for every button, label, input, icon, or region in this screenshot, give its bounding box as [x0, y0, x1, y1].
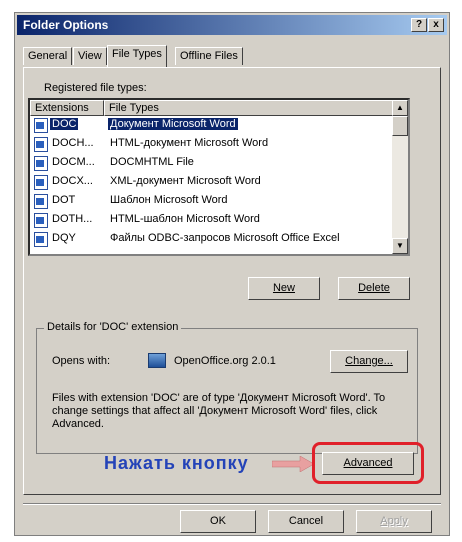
list-item[interactable]: DQY Файлы ODBC-запросов Microsoft Office… [30, 230, 392, 249]
extension-cell: DOT [52, 194, 76, 206]
word-document-icon [34, 194, 48, 209]
file-type-cell: Шаблон Microsoft Word [110, 194, 228, 206]
cancel-button[interactable]: Cancel [268, 510, 344, 533]
word-document-icon [34, 175, 48, 190]
tab-file-types[interactable]: File Types [107, 45, 167, 67]
opens-with-app: OpenOffice.org 2.0.1 [174, 355, 276, 367]
new-button[interactable]: New [248, 277, 320, 300]
registered-file-types-label: Registered file types: [44, 82, 147, 94]
word-document-icon [34, 118, 48, 133]
scroll-thumb[interactable] [392, 116, 408, 136]
list-item[interactable]: DOT Шаблон Microsoft Word [30, 192, 392, 211]
list-item[interactable]: DOCM... DOCMHTML File [30, 154, 392, 173]
excel-query-icon [34, 232, 48, 247]
file-type-cell: Файлы ODBC-запросов Microsoft Office Exc… [110, 232, 340, 244]
opens-with-label: Opens with: [52, 355, 111, 367]
new-button-label: New [272, 282, 295, 294]
list-item[interactable]: DOCH... HTML-документ Microsoft Word [30, 135, 392, 154]
help-button[interactable]: ? [411, 18, 427, 32]
column-file-types[interactable]: File Types [104, 100, 394, 116]
list-scrollbar[interactable]: ▲ ▼ [392, 100, 408, 254]
details-groupbox [36, 328, 418, 454]
change-button-label: Change... [345, 355, 393, 367]
list-item[interactable]: DOTH... HTML-шаблон Microsoft Word [30, 211, 392, 230]
change-button[interactable]: Change... [330, 350, 408, 373]
list-item[interactable]: DOCX... XML-документ Microsoft Word [30, 173, 392, 192]
tab-general[interactable]: General [23, 47, 73, 65]
delete-button[interactable]: Delete [338, 277, 410, 300]
advanced-button[interactable]: Advanced [322, 452, 414, 475]
details-description: Files with extension 'DOC' are of type '… [52, 392, 386, 430]
ok-button[interactable]: OK [180, 510, 256, 533]
word-document-icon [34, 137, 48, 152]
extension-cell: DOCM... [52, 156, 95, 168]
delete-button-label: Delete [358, 282, 390, 294]
annotation-arrow-icon [272, 456, 314, 472]
apply-button-label: Apply [380, 515, 408, 527]
extension-cell: DOCX... [52, 175, 93, 187]
divider [23, 503, 441, 505]
tab-view[interactable]: View [73, 47, 107, 65]
openoffice-icon [148, 353, 166, 368]
extension-cell: DOCH... [52, 137, 94, 149]
close-button[interactable]: x [428, 18, 444, 32]
window-title: Folder Options [23, 18, 109, 32]
column-extensions[interactable]: Extensions [30, 100, 104, 116]
extension-cell: DOC [50, 118, 79, 130]
details-title: Details for 'DOC' extension [44, 321, 182, 333]
extension-cell: DOTH... [52, 213, 93, 225]
advanced-button-label: Advanced [343, 457, 393, 469]
file-type-cell: DOCMHTML File [110, 156, 194, 168]
list-header: Extensions File Types [30, 100, 394, 116]
file-types-list[interactable]: Extensions File Types DOC Документ Micro… [28, 98, 410, 256]
scroll-up-icon[interactable]: ▲ [392, 100, 408, 116]
tab-offline-files[interactable]: Offline Files [175, 47, 243, 65]
file-type-cell: XML-документ Microsoft Word [110, 175, 261, 187]
scroll-down-icon[interactable]: ▼ [392, 238, 408, 254]
title-bar: Folder Options ? x [17, 15, 447, 35]
word-document-icon [34, 156, 48, 171]
annotation-text: Нажать кнопку [104, 453, 249, 473]
list-item[interactable]: DOC Документ Microsoft Word [30, 116, 392, 135]
extension-cell: DQY [52, 232, 76, 244]
file-type-cell: HTML-шаблон Microsoft Word [110, 213, 260, 225]
word-document-icon [34, 213, 48, 228]
file-type-cell: Документ Microsoft Word [108, 118, 238, 130]
apply-button[interactable]: Apply [356, 510, 432, 533]
file-type-cell: HTML-документ Microsoft Word [110, 137, 269, 149]
